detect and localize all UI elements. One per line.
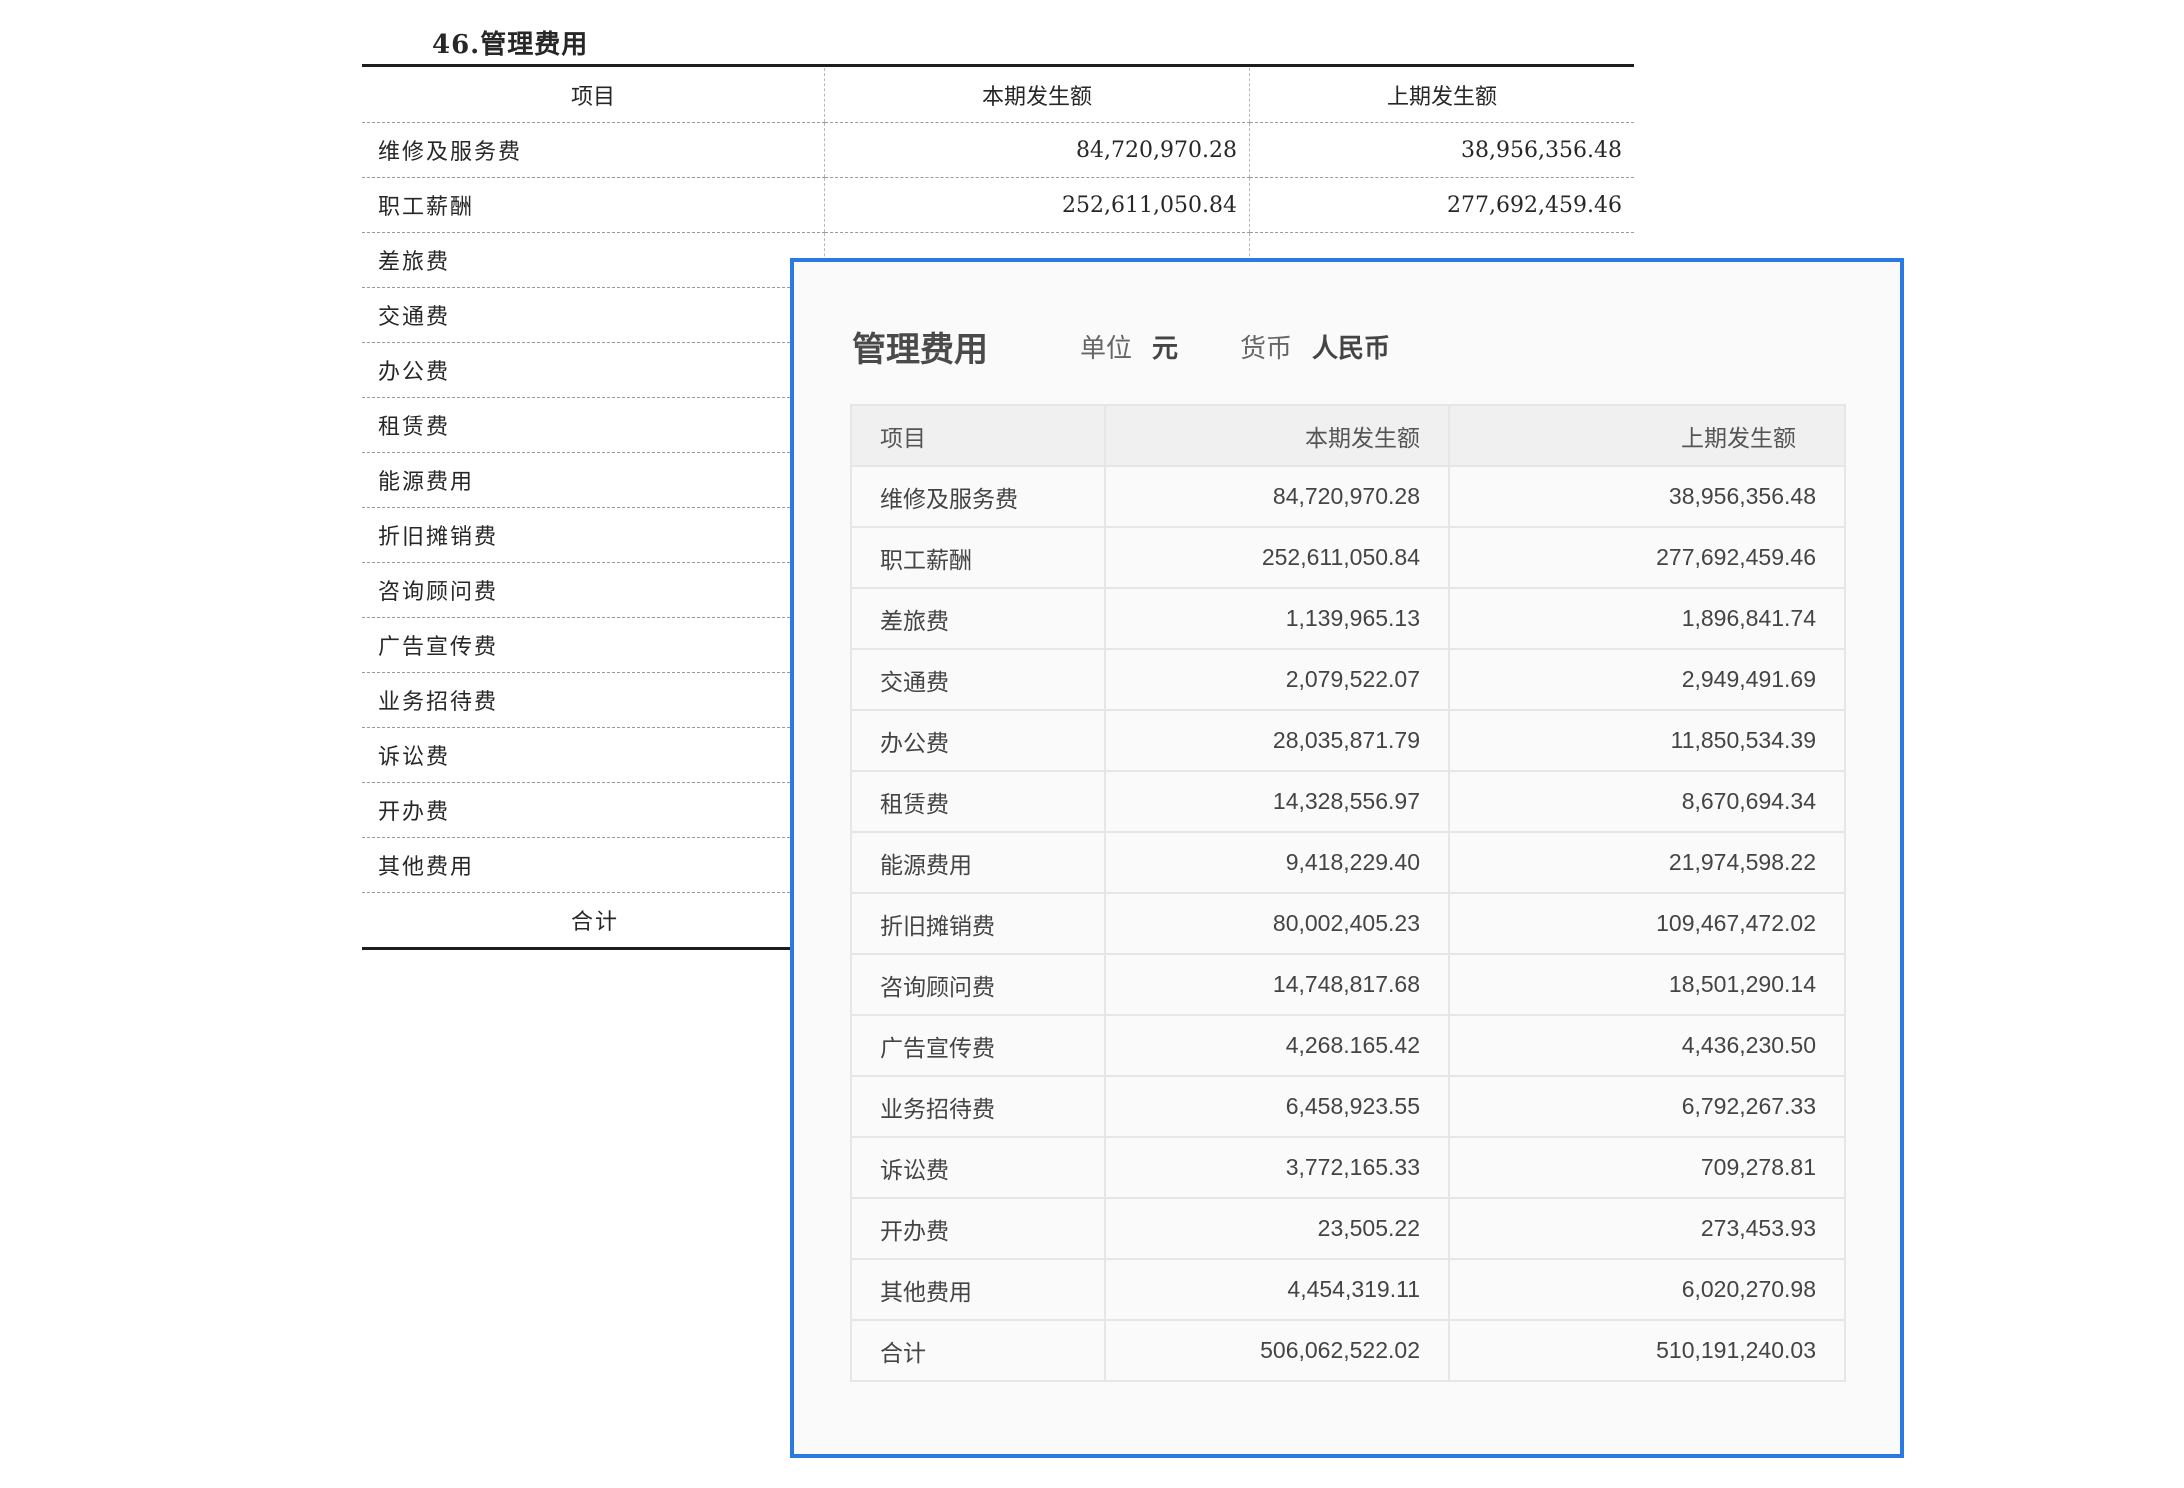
cell-item: 维修及服务费 [850,465,1106,528]
cell-item: 业务招待费 [850,1075,1106,1138]
scan-cell-item: 开办费 [362,782,825,838]
cell-current: 28,035,871.79 [1104,709,1450,772]
cell-item: 广告宣传费 [850,1014,1106,1077]
table-row: 开办费 23,505.22 273,453.93 [850,1197,1846,1260]
cell-previous: 709,278.81 [1448,1136,1846,1199]
cell-current: 14,748,817.68 [1104,953,1450,1016]
cell-previous: 277,692,459.46 [1448,526,1846,589]
table-row: 广告宣传费 4,268.165.42 4,436,230.50 [850,1014,1846,1077]
scan-cell-item: 其他费用 [362,837,825,893]
cell-item: 合计 [850,1319,1106,1382]
scan-cell-item: 折旧摊销费 [362,507,825,563]
scan-cell-previous: 38,956,356.48 [1249,122,1634,178]
cell-previous: 4,436,230.50 [1448,1014,1846,1077]
cell-previous: 109,467,472.02 [1448,892,1846,955]
cell-previous: 11,850,534.39 [1448,709,1846,772]
cell-current: 1,139,965.13 [1104,587,1450,650]
scan-col-previous: 上期发生额 [1249,68,1634,123]
scan-cell-item: 交通费 [362,287,825,343]
cell-current: 14,328,556.97 [1104,770,1450,833]
scan-cell-item: 咨询顾问费 [362,562,825,618]
table-row: 咨询顾问费 14,748,817.68 18,501,290.14 [850,953,1846,1016]
scan-cell-item: 职工薪酬 [362,177,825,233]
cell-item: 折旧摊销费 [850,892,1106,955]
scan-cell-item: 差旅费 [362,232,825,288]
cell-previous: 6,792,267.33 [1448,1075,1846,1138]
currency-value: 人民币 [1312,332,1391,363]
cell-current: 9,418,229.40 [1104,831,1450,894]
table-row: 职工薪酬 252,611,050.84 277,692,459.46 [850,526,1846,589]
unit-value: 元 [1152,332,1179,363]
table-row: 折旧摊销费 80,002,405.23 109,467,472.02 [850,892,1846,955]
cell-item: 能源费用 [850,831,1106,894]
scan-row: 职工薪酬 252,611,050.84 277,692,459.46 [362,177,1634,233]
card-title: 管理费用 [852,330,988,369]
scan-cell-current: 84,720,970.28 [824,122,1250,178]
expense-table: 项目 本期发生额 上期发生额 维修及服务费 84,720,970.28 38,956… [850,404,1846,1382]
scan-cell-item: 办公费 [362,342,825,398]
scan-cell-item: 业务招待费 [362,672,825,728]
cell-current: 252,611,050.84 [1104,526,1450,589]
cell-current: 3,772,165.33 [1104,1136,1450,1199]
cell-previous: 273,453.93 [1448,1197,1846,1260]
card-header: 管理费用 单位 元 货币 人民币 [852,324,1452,369]
cell-item: 咨询顾问费 [850,953,1106,1016]
table-row: 差旅费 1,139,965.13 1,896,841.74 [850,587,1846,650]
cell-current: 506,062,522.02 [1104,1319,1450,1382]
cell-item: 诉讼费 [850,1136,1106,1199]
cell-previous: 1,896,841.74 [1448,587,1846,650]
scan-cell-item: 能源费用 [362,452,825,508]
cell-item: 其他费用 [850,1258,1106,1321]
cell-previous: 2,949,491.69 [1448,648,1846,711]
cell-item: 租赁费 [850,770,1106,833]
scan-cell-previous: 277,692,459.46 [1249,177,1634,233]
scan-cell-item: 租赁费 [362,397,825,453]
cell-current: 4,454,319.11 [1104,1258,1450,1321]
scan-cell-item: 维修及服务费 [362,122,825,178]
cell-item: 开办费 [850,1197,1106,1260]
scan-col-item: 项目 [362,68,825,123]
cell-previous: 18,501,290.14 [1448,953,1846,1016]
cell-current: 23,505.22 [1104,1197,1450,1260]
scan-cell-current: 252,611,050.84 [824,177,1250,233]
scan-header-row: 项目 本期发生额 上期发生额 [362,68,1634,123]
col-header-previous: 上期发生额 [1448,404,1846,467]
unit-label: 单位 [1080,332,1133,363]
col-header-current: 本期发生额 [1104,404,1450,467]
scan-top-rule [362,64,1634,67]
scan-total-label: 合计 [362,892,825,950]
cell-previous: 21,974,598.22 [1448,831,1846,894]
cell-previous: 6,020,270.98 [1448,1258,1846,1321]
scan-row: 维修及服务费 84,720,970.28 38,956,356.48 [362,122,1634,178]
table-row: 合计 506,062,522.02 510,191,240.03 [850,1319,1846,1382]
cell-previous: 510,191,240.03 [1448,1319,1846,1382]
table-row: 办公费 28,035,871.79 11,850,534.39 [850,709,1846,772]
scan-cell-item: 诉讼费 [362,727,825,783]
cell-item: 差旅费 [850,587,1106,650]
cell-current: 80,002,405.23 [1104,892,1450,955]
table-row: 维修及服务费 84,720,970.28 38,956,356.48 [850,465,1846,528]
table-header-row: 项目 本期发生额 上期发生额 [850,404,1846,467]
cell-current: 4,268.165.42 [1104,1014,1450,1077]
table-row: 其他费用 4,454,319.11 6,020,270.98 [850,1258,1846,1321]
cell-previous: 38,956,356.48 [1448,465,1846,528]
cell-item: 办公费 [850,709,1106,772]
cell-item: 交通费 [850,648,1106,711]
cell-previous: 8,670,694.34 [1448,770,1846,833]
cell-current: 2,079,522.07 [1104,648,1450,711]
table-row: 业务招待费 6,458,923.55 6,792,267.33 [850,1075,1846,1138]
table-row: 交通费 2,079,522.07 2,949,491.69 [850,648,1846,711]
col-header-item: 项目 [850,404,1106,467]
cell-current: 84,720,970.28 [1104,465,1450,528]
currency-label: 货币 [1240,332,1293,363]
scan-title: 46.管理费用 [432,30,589,60]
cell-current: 6,458,923.55 [1104,1075,1450,1138]
cell-item: 职工薪酬 [850,526,1106,589]
table-row: 租赁费 14,328,556.97 8,670,694.34 [850,770,1846,833]
table-row: 诉讼费 3,772,165.33 709,278.81 [850,1136,1846,1199]
expense-card: 管理费用 单位 元 货币 人民币 项目 本期发生额 上期发生额 维修及服务费 84… [790,258,1904,1458]
table-row: 能源费用 9,418,229.40 21,974,598.22 [850,831,1846,894]
scan-col-current: 本期发生额 [824,68,1250,123]
scan-cell-item: 广告宣传费 [362,617,825,673]
